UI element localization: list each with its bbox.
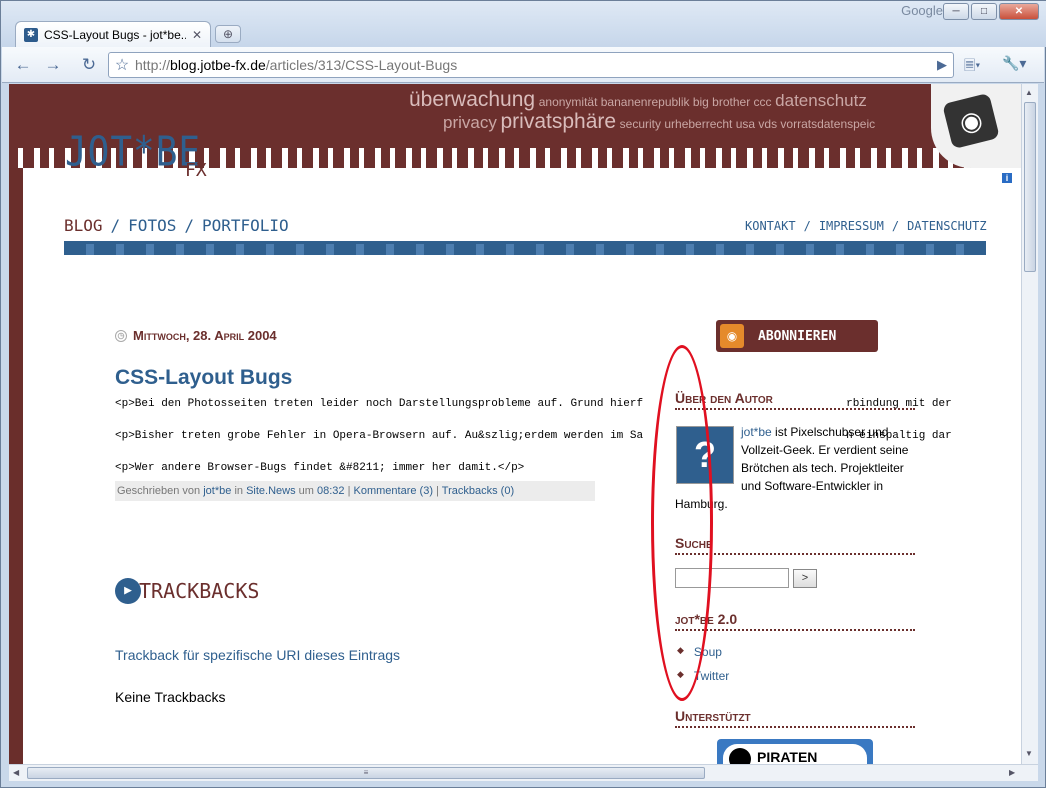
bookmark-star-icon[interactable]: ☆ — [109, 55, 135, 75]
title-bar: Google ─ □ ✕ ✱ CSS-Layout Bugs - jot*be.… — [1, 1, 1046, 47]
page-viewport: überwachung anonymität bananenrepublik b… — [9, 84, 1021, 764]
nav-datenschutz[interactable]: DATENSCHUTZ — [907, 219, 986, 233]
twitter-link[interactable]: Twitter — [694, 669, 729, 683]
forward-arrow-icon[interactable]: → — [40, 53, 66, 77]
support-heading: Unterstützt — [675, 708, 915, 728]
post-meta: Geschrieben von jot*be in Site.News um 0… — [115, 481, 595, 501]
nav-separator: / — [184, 216, 194, 235]
tag-link[interactable]: privacy — [409, 113, 497, 132]
wrench-icon[interactable]: 🔧▾ — [1002, 55, 1026, 72]
browser-toolbar: ← → ↻ ☆ http://blog.jotbe-fx.de/articles… — [2, 47, 1044, 83]
clock-icon: ◷ — [115, 329, 127, 342]
jotbe-favicon-icon: ✱ — [24, 27, 38, 42]
nav-portfolio[interactable]: PORTFOLIO — [202, 216, 289, 235]
tag-cloud: überwachung anonymität bananenrepublik b… — [409, 90, 949, 134]
piraten-banner-inner: PIRATEN — [723, 744, 867, 764]
back-arrow-icon[interactable]: ← — [10, 53, 36, 77]
browser-window: Google ─ □ ✕ ✱ CSS-Layout Bugs - jot*be.… — [0, 0, 1046, 788]
nav-fotos[interactable]: FOTOS — [128, 216, 176, 235]
tab-active[interactable]: ✱ CSS-Layout Bugs - jot*be... ✕ — [15, 21, 211, 47]
post-title[interactable]: CSS-Layout Bugs — [115, 366, 292, 390]
horizontal-scroll-thumb[interactable]: ≡ — [27, 767, 705, 779]
trackback-uri-link[interactable]: Trackback für spezifische URI dieses Ein… — [115, 647, 400, 663]
window-controls: ─ □ ✕ — [943, 3, 1039, 20]
permalink-time[interactable]: 08:32 — [317, 485, 345, 497]
secondary-nav: KONTAKT / IMPRESSUM / DATENSCHUTZ — [745, 219, 987, 233]
search-button[interactable]: > — [793, 569, 817, 588]
vertical-scroll-thumb[interactable] — [1024, 102, 1036, 272]
comments-link[interactable]: Kommentare (3) — [354, 485, 433, 497]
piraten-logo-icon — [729, 748, 751, 764]
trackbacks-heading: ▶ TRACKBACKS — [115, 578, 259, 604]
tab-title: CSS-Layout Bugs - jot*be... — [44, 27, 186, 42]
tag-link[interactable]: anonymität bananenrepublik big brother c… — [539, 95, 772, 109]
red-annotation-ellipse — [651, 345, 713, 701]
play-icon: ▶ — [115, 578, 141, 604]
vertical-scrollbar[interactable]: ▲ ▼ — [1021, 84, 1038, 764]
nav-impressum[interactable]: IMPRESSUM — [819, 219, 884, 233]
main-nav: BLOG / FOTOS / PORTFOLIO — [64, 216, 289, 235]
minimize-button[interactable]: ─ — [943, 3, 969, 20]
reload-icon[interactable]: ↻ — [76, 53, 102, 77]
info-icon[interactable]: i — [1002, 173, 1012, 183]
site-logo-fx: FX — [185, 160, 207, 181]
tag-link[interactable]: datenschutz — [775, 91, 867, 110]
subscribe-label: ABONNIEREN — [758, 328, 837, 344]
scroll-right-icon[interactable]: ▶ — [1009, 768, 1015, 777]
close-button[interactable]: ✕ — [999, 3, 1039, 20]
piraten-banner[interactable]: PIRATEN — [717, 739, 873, 764]
brand-label: Google — [901, 3, 943, 18]
camera-icon: ◉ — [942, 92, 1000, 150]
maximize-button[interactable]: □ — [971, 3, 997, 20]
scroll-left-icon[interactable]: ◀ — [13, 768, 19, 777]
nav-divider — [64, 241, 986, 255]
address-bar[interactable]: ☆ http://blog.jotbe-fx.de/articles/313/C… — [108, 52, 954, 78]
horizontal-scrollbar[interactable]: ◀ ≡ ▶ — [9, 764, 1038, 781]
post-date: ◷ Mittwoch, 28. April 2004 — [115, 328, 277, 343]
new-tab-button[interactable]: ⊕ — [215, 25, 241, 43]
post-date-text: Mittwoch, 28. April 2004 — [133, 328, 277, 343]
site-logo[interactable]: JOT*BE — [65, 129, 201, 176]
page-menu-icon[interactable]: 🗏▾ — [964, 55, 980, 79]
nav-separator: / — [803, 219, 811, 233]
page-left-border — [9, 84, 23, 764]
subscribe-button[interactable]: ◉ ABONNIEREN — [716, 320, 878, 352]
tag-link[interactable]: security urheberrecht usa vds vorratsdat… — [620, 117, 875, 131]
rss-icon: ◉ — [720, 324, 744, 348]
go-arrow-icon[interactable]: ▶ — [937, 57, 947, 73]
nav-kontakt[interactable]: KONTAKT — [745, 219, 796, 233]
trackbacks-link[interactable]: Trackbacks (0) — [442, 485, 514, 497]
url-domain: blog.jotbe-fx.de — [170, 57, 266, 73]
category-link[interactable]: Site.News — [246, 485, 296, 497]
piraten-text: PIRATEN — [757, 749, 818, 764]
jotbe-heading: jot*be 2.0 — [675, 611, 915, 631]
scroll-up-icon[interactable]: ▲ — [1025, 88, 1033, 97]
tag-link[interactable]: überwachung — [409, 90, 535, 111]
author-link[interactable]: jot*be — [203, 485, 231, 497]
no-trackbacks-text: Keine Trackbacks — [115, 689, 226, 705]
url-text: http://blog.jotbe-fx.de/articles/313/CSS… — [135, 57, 458, 73]
nav-separator: / — [110, 216, 121, 235]
nav-blog[interactable]: BLOG — [64, 216, 103, 235]
scroll-down-icon[interactable]: ▼ — [1025, 749, 1033, 758]
surveillance-badge[interactable]: ◉ — [931, 84, 1021, 168]
author-bio-link[interactable]: jot*be — [741, 425, 772, 439]
tag-link[interactable]: privatsphäre — [500, 110, 616, 133]
nav-separator: / — [891, 219, 900, 233]
tab-close-icon[interactable]: ✕ — [192, 28, 202, 42]
author-heading: Über den Autor — [675, 390, 915, 410]
